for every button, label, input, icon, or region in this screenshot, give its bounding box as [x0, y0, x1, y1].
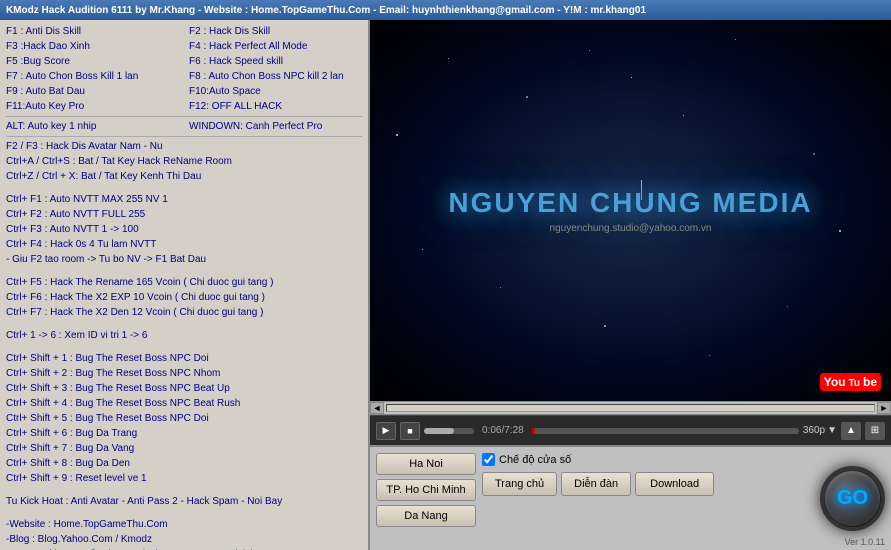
- progress-bar[interactable]: [532, 428, 799, 434]
- media-subtext: nguyenchung.studio@yahoo.com.vn: [448, 223, 812, 234]
- city-danang-btn[interactable]: Da Nang: [376, 505, 476, 527]
- shortcut-row-4: F7 : Auto Chon Boss Kill 1 lan F8 : Auto…: [6, 69, 362, 84]
- video-controls: ▶ ■ 0:06/7:28 360p▼ ▲ ⊞: [370, 415, 891, 445]
- shortcut-f9: F9 : Auto Bat Dau: [6, 84, 179, 99]
- left-line: Ctrl+ Shift + 6 : Bug Da Trang: [6, 426, 362, 441]
- left-line: -Blog : Blog.Yahoo.Com / Kmodz: [6, 532, 362, 547]
- scroll-track[interactable]: [386, 404, 875, 412]
- go-button-container: GO: [820, 453, 885, 544]
- shortcut-f12: F12: OFF ALL HACK: [189, 99, 362, 114]
- left-line: -Website : Home.TopGameThu.Com: [6, 517, 362, 532]
- play-pause-btn[interactable]: ▶: [376, 422, 396, 440]
- title-bar: KModz Hack Audition 6111 by Mr.Khang - W…: [0, 0, 891, 20]
- shortcut-f5: F5 :Bug Score: [6, 54, 179, 69]
- left-line: F2 / F3 : Hack Dis Avatar Nam - Nu: [6, 139, 362, 154]
- scroll-right-btn[interactable]: ►: [877, 402, 891, 414]
- left-lines-container: F2 / F3 : Hack Dis Avatar Nam - NuCtrl+A…: [6, 139, 362, 550]
- shortcut-f7: F7 : Auto Chon Boss Kill 1 lan: [6, 69, 179, 84]
- left-line: Ctrl+ Shift + 4 : Bug The Reset Boss NPC…: [6, 396, 362, 411]
- left-line: Ctrl+ F2 : Auto NVTT FULL 255: [6, 207, 362, 222]
- shortcut-f4: F4 : Hack Perfect All Mode: [189, 39, 362, 54]
- trang-chu-btn[interactable]: Trang chủ: [482, 472, 557, 496]
- go-button[interactable]: GO: [820, 466, 885, 531]
- left-panel: F1 : Anti Dis Skill F2 : Hack Dis Skill …: [0, 20, 370, 550]
- left-line: - Giu F2 tao room -> Tu bo NV -> F1 Bat …: [6, 252, 362, 267]
- video-area: NGUYEN CHUNG MEDIA nguyenchung.studio@ya…: [370, 20, 891, 401]
- alt-key: ALT: Auto key 1 nhip: [6, 119, 179, 134]
- left-line: Ctrl+Z / Ctrl + X: Bat / Tat Key Kenh Th…: [6, 169, 362, 184]
- scroll-left-btn[interactable]: ◄: [370, 402, 384, 414]
- quality-button[interactable]: 360p▼: [803, 425, 837, 436]
- city-buttons-group: Ha Noi TP. Ho Chi Minh Da Nang: [376, 453, 476, 544]
- left-line: Ctrl+ Shift + 5 : Bug The Reset Boss NPC…: [6, 411, 362, 426]
- window-key: WINDOWN: Canh Perfect Pro: [189, 119, 362, 134]
- youtube-text: YouTube: [820, 373, 881, 391]
- media-brand-text: NGUYEN CHUNG MEDIA: [448, 187, 812, 219]
- alt-keys-row: ALT: Auto key 1 nhip WINDOWN: Canh Perfe…: [6, 119, 362, 134]
- shortcut-f6: F6 : Hack Speed skill: [189, 54, 362, 69]
- shortcut-f1: F1 : Anti Dis Skill: [6, 24, 179, 39]
- volume-controls: [424, 428, 474, 434]
- version-text: Ver 1.0.11: [845, 537, 885, 547]
- right-panel: NGUYEN CHUNG MEDIA nguyenchung.studio@ya…: [370, 20, 891, 550]
- checkbox-row: Chế độ cửa số: [482, 453, 810, 466]
- bottom-panel: Ha Noi TP. Ho Chi Minh Da Nang Chế độ cử…: [370, 445, 891, 550]
- left-line: Ctrl+ F5 : Hack The Rename 165 Vcoin ( C…: [6, 275, 362, 290]
- media-title-block: NGUYEN CHUNG MEDIA nguyenchung.studio@ya…: [448, 187, 812, 234]
- left-line: Ctrl+ Shift + 9 : Reset level ve 1: [6, 471, 362, 486]
- main-container: F1 : Anti Dis Skill F2 : Hack Dis Skill …: [0, 20, 891, 550]
- left-line: Tu Kick Hoat : Anti Avatar - Anti Pass 2…: [6, 494, 362, 509]
- shortcuts-section: F1 : Anti Dis Skill F2 : Hack Dis Skill …: [6, 24, 362, 114]
- left-line: [6, 320, 362, 328]
- cua-so-checkbox[interactable]: [482, 453, 495, 466]
- go-text: GO: [837, 487, 868, 510]
- left-line: [6, 509, 362, 517]
- stop-btn[interactable]: ■: [400, 422, 420, 440]
- shortcut-row-3: F5 :Bug Score F6 : Hack Speed skill: [6, 54, 362, 69]
- left-line: Ctrl+ Shift + 7 : Bug Da Vang: [6, 441, 362, 456]
- fullscreen-btn[interactable]: ⊞: [865, 422, 885, 440]
- city-hanoi-btn[interactable]: Ha Noi: [376, 453, 476, 475]
- left-line: [6, 267, 362, 275]
- cua-so-label: Chế độ cửa số: [499, 454, 571, 466]
- left-line: [6, 343, 362, 351]
- shortcut-f8: F8 : Auto Chon Boss NPC kill 2 lan: [189, 69, 362, 84]
- time-display: 0:06/7:28: [482, 425, 524, 436]
- left-line: Ctrl+ Shift + 3 : Bug The Reset Boss NPC…: [6, 381, 362, 396]
- shortcut-f11: F11:Auto Key Pro: [6, 99, 179, 114]
- progress-fill: [532, 428, 535, 434]
- expand-btn[interactable]: ▲: [841, 422, 861, 440]
- horizontal-scrollbar[interactable]: ◄ ►: [370, 401, 891, 415]
- shortcut-f2: F2 : Hack Dis Skill: [189, 24, 362, 39]
- shortcut-row-2: F3 :Hack Dao Xinh F4 : Hack Perfect All …: [6, 39, 362, 54]
- middle-section: Chế độ cửa số Trang chủ Diễn đàn Downloa…: [482, 453, 810, 544]
- shortcut-row-6: F11:Auto Key Pro F12: OFF ALL HACK: [6, 99, 362, 114]
- left-line: Ctrl+ F6 : Hack The X2 EXP 10 Vcoin ( Ch…: [6, 290, 362, 305]
- title-text: KModz Hack Audition 6111 by Mr.Khang - W…: [6, 5, 646, 16]
- shortcut-row-1: F1 : Anti Dis Skill F2 : Hack Dis Skill: [6, 24, 362, 39]
- video-background: NGUYEN CHUNG MEDIA nguyenchung.studio@ya…: [370, 20, 891, 401]
- left-line: Ctrl+ F1 : Auto NVTT MAX 255 NV 1: [6, 192, 362, 207]
- separator-1: [6, 116, 362, 117]
- left-line: Ctrl+ F3 : Auto NVTT 1 -> 100: [6, 222, 362, 237]
- left-line: Ctrl+ 1 -> 6 : Xem ID vi tri 1 -> 6: [6, 328, 362, 343]
- shortcut-f10: F10:Auto Space: [189, 84, 362, 99]
- left-line: [6, 184, 362, 192]
- left-line: Ctrl+ F7 : Hack The X2 Den 12 Vcoin ( Ch…: [6, 305, 362, 320]
- left-line: Ctrl+ Shift + 1 : Bug The Reset Boss NPC…: [6, 351, 362, 366]
- dien-dan-btn[interactable]: Diễn đàn: [561, 472, 631, 496]
- shortcut-row-5: F9 : Auto Bat Dau F10:Auto Space: [6, 84, 362, 99]
- city-hcm-btn[interactable]: TP. Ho Chi Minh: [376, 479, 476, 501]
- shortcut-f3: F3 :Hack Dao Xinh: [6, 39, 179, 54]
- volume-slider[interactable]: [424, 428, 474, 434]
- left-line: Ctrl+ Shift + 8 : Bug Da Den: [6, 456, 362, 471]
- left-line: Ctrl+ F4 : Hack 0s 4 Tu lam NVTT: [6, 237, 362, 252]
- nav-buttons-group: Trang chủ Diễn đàn Download: [482, 472, 810, 496]
- separator-2: [6, 136, 362, 137]
- youtube-logo: YouTube: [820, 370, 881, 391]
- download-btn[interactable]: Download: [635, 472, 714, 496]
- left-line: Ctrl+A / Ctrl+S : Bat / Tat Key Hack ReN…: [6, 154, 362, 169]
- left-line: [6, 486, 362, 494]
- left-line: Ctrl+ Shift + 2 : Bug The Reset Boss NPC…: [6, 366, 362, 381]
